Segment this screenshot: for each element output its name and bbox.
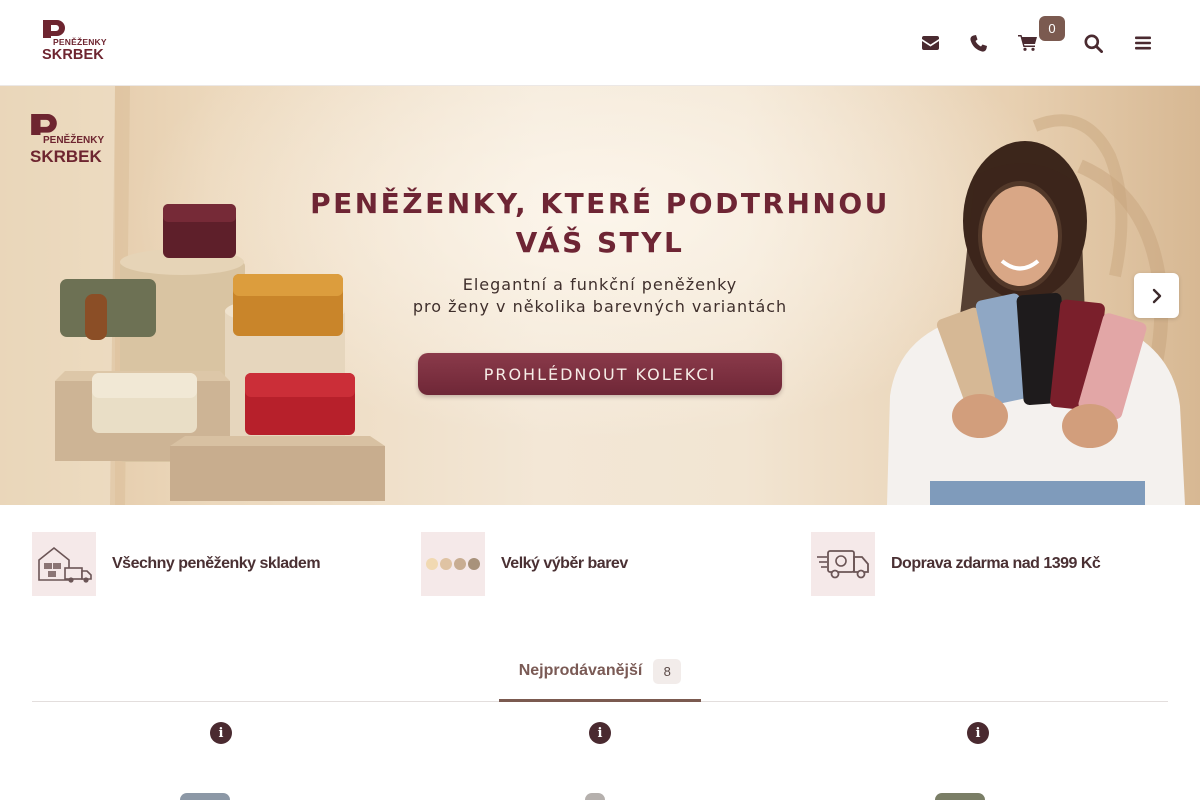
product-image-peek	[585, 793, 605, 800]
feature-in-stock: Všechny peněženky skladem	[32, 532, 321, 596]
info-icon[interactable]: i	[967, 722, 989, 744]
hero-subtitle: Elegantní a funkční peněženky pro ženy v…	[412, 275, 788, 316]
hero-logo: PENĚŽENKY SKRBEK	[30, 114, 105, 170]
feature-icon-box	[421, 532, 485, 596]
feature-free-shipping: Doprava zdarma nad 1399 Kč	[811, 532, 1101, 596]
product-image-peek	[180, 793, 230, 800]
tab-count-badge: 8	[653, 658, 682, 684]
search-icon[interactable]	[1080, 30, 1106, 56]
color-dots-icon	[426, 558, 480, 570]
feature-colors: Velký výběr barev	[421, 532, 628, 596]
phone-icon[interactable]	[965, 30, 991, 56]
slider-next-button[interactable]	[1134, 273, 1179, 318]
site-logo[interactable]: PENĚŽENKY SKRBEK	[42, 20, 107, 66]
hero-logo-bottom-word: SKRBEK	[30, 147, 102, 166]
info-icon[interactable]: i	[589, 722, 611, 744]
info-icon[interactable]: i	[210, 722, 232, 744]
hero-title: PENĚŽENKY, KTERÉ PODTRHNOU VÁŠ STYL	[310, 187, 890, 259]
hero-logo-top-word: PENĚŽENKY	[43, 135, 105, 146]
cart-icon[interactable]	[1014, 30, 1040, 56]
feature-label: Všechny peněženky skladem	[112, 555, 321, 572]
chevron-right-icon	[1152, 288, 1161, 303]
feature-label: Velký výběr barev	[501, 555, 628, 572]
feature-label: Doprava zdarma nad 1399 Kč	[891, 555, 1101, 572]
cart-count-badge[interactable]: 0	[1039, 16, 1065, 41]
site-header: PENĚŽENKY SKRBEK 0	[0, 0, 1200, 86]
product-image-peek	[935, 793, 985, 800]
tab-label: Nejprodávanější	[518, 662, 643, 679]
logo-top-word: PENĚŽENKY	[53, 37, 107, 47]
hero-banner[interactable]: PENĚŽENKY SKRBEK PENĚŽENKY, KTERÉ PODTRH…	[0, 86, 1200, 505]
warehouse-truck-icon	[38, 546, 92, 583]
view-collection-button[interactable]: PROHLÉDNOUT KOLEKCI	[418, 353, 782, 395]
menu-icon[interactable]	[1130, 30, 1156, 56]
active-tab-underline	[499, 699, 701, 702]
delivery-truck-icon	[817, 550, 869, 579]
feature-icon-box	[811, 532, 875, 596]
tab-bestsellers[interactable]: Nejprodávanější 8	[499, 640, 701, 702]
feature-icon-box	[32, 532, 96, 596]
envelope-icon[interactable]	[917, 30, 943, 56]
logo-bottom-word: SKRBEK	[42, 47, 104, 63]
